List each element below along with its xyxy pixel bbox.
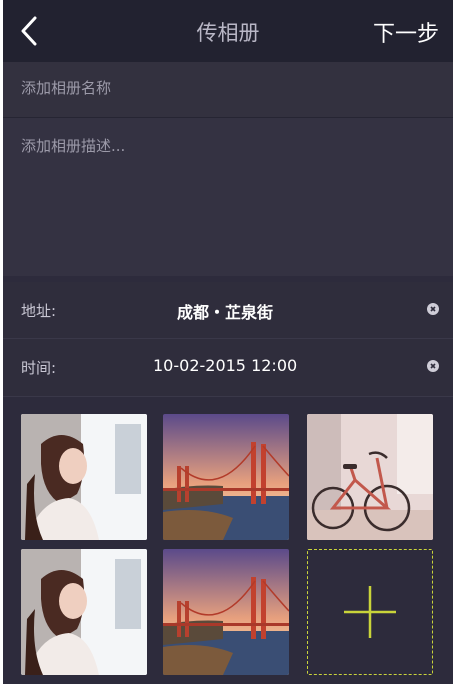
photo-thumbnail-portrait[interactable] — [21, 549, 147, 675]
plus-icon — [344, 586, 396, 638]
address-value: 成都・芷泉街 — [177, 303, 274, 322]
time-clear-button[interactable] — [427, 360, 439, 372]
album-description-area — [3, 118, 453, 276]
album-description-input[interactable] — [21, 135, 433, 255]
album-name-row — [3, 62, 453, 118]
address-clear-button[interactable] — [427, 303, 439, 315]
navbar: 传相册 下一步 — [3, 0, 453, 62]
time-row[interactable]: 时间: 10-02-2015 12:00 — [3, 339, 453, 397]
clear-circle-icon — [430, 363, 436, 369]
photo-thumbnail-bicycle[interactable] — [307, 414, 433, 540]
time-value: 10-02-2015 12:00 — [153, 356, 298, 375]
photo-thumbnail-bridge[interactable] — [163, 414, 289, 540]
photo-thumbnail-portrait[interactable] — [21, 414, 147, 540]
add-photo-button[interactable] — [307, 549, 433, 675]
upload-album-screen: 传相册 下一步 地址: 成都・芷泉街 时间: 10-02-2015 12:00 — [3, 0, 453, 684]
album-name-input[interactable] — [21, 79, 421, 97]
clear-circle-icon — [430, 306, 436, 312]
address-label: 地址: — [21, 302, 57, 320]
photo-thumbnail-bridge[interactable] — [163, 549, 289, 675]
photo-grid — [3, 397, 453, 684]
next-step-button[interactable]: 下一步 — [373, 16, 439, 48]
time-label: 时间: — [21, 359, 57, 377]
address-row[interactable]: 地址: 成都・芷泉街 — [3, 282, 453, 339]
